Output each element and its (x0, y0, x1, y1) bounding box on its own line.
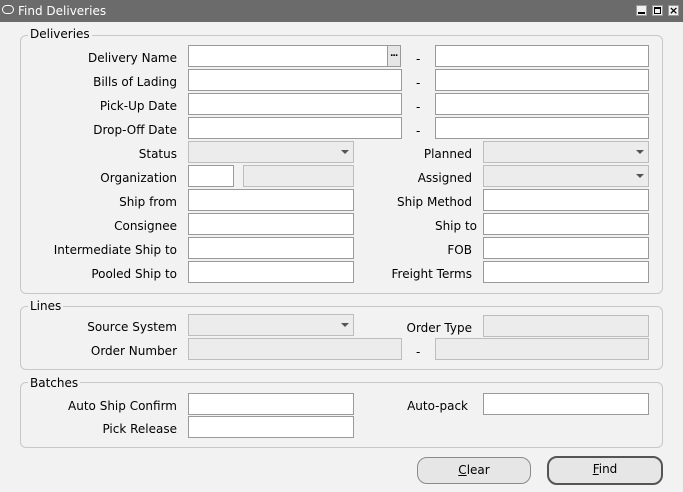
find-button[interactable]: Find (547, 456, 663, 485)
drop-off-date-range-dash: - (416, 124, 421, 138)
pick-release-label: Pick Release (102, 422, 177, 436)
minimize-button[interactable] (636, 5, 647, 16)
planned-select[interactable] (483, 141, 649, 163)
intermediate-ship-to-label: Intermediate Ship to (53, 243, 177, 257)
freight-terms-label: Freight Terms (391, 267, 473, 281)
order-type-input (483, 315, 649, 337)
assigned-label: Assigned (417, 171, 472, 185)
ship-from-input[interactable] (188, 189, 354, 211)
organization-label: Organization (100, 171, 177, 185)
bills-of-lading-to-input[interactable] (435, 69, 649, 91)
pick-up-date-to-input[interactable] (435, 93, 649, 115)
freight-terms-input[interactable] (483, 261, 649, 283)
delivery-name-range-dash: - (416, 52, 421, 66)
close-icon: × (669, 4, 679, 17)
bills-of-lading-label: Bills of Lading (93, 75, 177, 89)
delivery-name-label: Delivery Name (87, 51, 177, 65)
ship-method-label: Ship Method (397, 195, 472, 209)
intermediate-ship-to-input[interactable] (188, 237, 354, 259)
chevron-down-icon (341, 150, 349, 154)
auto-pack-label: Auto-pack (407, 399, 468, 413)
drop-off-date-to-input[interactable] (435, 117, 649, 139)
pooled-ship-to-label: Pooled Ship to (91, 267, 177, 281)
organization-name-field (243, 165, 354, 187)
organization-code-input[interactable] (188, 165, 234, 187)
consignee-label: Consignee (114, 219, 177, 233)
clear-button[interactable]: Clear (417, 457, 531, 484)
pick-release-input[interactable] (188, 416, 354, 438)
clear-mnemonic: C (458, 463, 467, 477)
order-number-from-input (188, 338, 402, 360)
delivery-name-to-input[interactable] (435, 45, 649, 67)
chevron-down-icon (636, 174, 644, 178)
ship-from-label: Ship from (119, 195, 177, 209)
deliveries-legend: Deliveries (28, 27, 92, 41)
source-system-label: Source System (87, 320, 177, 334)
status-select[interactable] (188, 141, 354, 163)
bills-of-lading-range-dash: - (416, 76, 421, 90)
batches-legend: Batches (28, 376, 81, 390)
fob-input[interactable] (483, 237, 649, 259)
auto-ship-confirm-input[interactable] (188, 393, 354, 415)
pick-up-date-from-input[interactable] (188, 93, 402, 115)
lines-legend: Lines (28, 299, 64, 313)
order-type-label: Order Type (406, 321, 472, 335)
auto-ship-confirm-label: Auto Ship Confirm (68, 399, 177, 413)
ship-to-input[interactable] (483, 213, 649, 235)
ellipsis-icon: ... (390, 49, 398, 59)
assigned-select[interactable] (483, 165, 649, 187)
delivery-name-lov-button[interactable]: ... (388, 45, 401, 67)
ship-method-input[interactable] (483, 189, 649, 211)
consignee-input[interactable] (188, 213, 354, 235)
pooled-ship-to-input[interactable] (188, 261, 354, 283)
minimize-icon (638, 12, 645, 14)
window-menu-icon[interactable] (2, 5, 14, 14)
batches-group (20, 382, 663, 448)
chevron-down-icon (636, 150, 644, 154)
find-label: ind (598, 462, 618, 476)
drop-off-date-label: Drop-Off Date (93, 123, 177, 137)
close-button[interactable]: × (668, 5, 679, 16)
clear-label: lear (466, 463, 490, 477)
pick-up-date-range-dash: - (416, 100, 421, 114)
ship-to-label: Ship to (434, 219, 477, 233)
order-number-to-input (435, 338, 649, 360)
planned-label: Planned (423, 147, 472, 161)
maximize-button[interactable] (652, 5, 663, 16)
auto-pack-input[interactable] (483, 393, 649, 415)
order-number-range-dash: - (416, 345, 421, 359)
drop-off-date-from-input[interactable] (188, 117, 402, 139)
title-bar: Find Deliveries × (0, 0, 683, 22)
status-label: Status (138, 147, 177, 161)
order-number-label: Order Number (90, 344, 177, 358)
fob-label: FOB (447, 243, 472, 257)
window-title: Find Deliveries (18, 4, 107, 18)
pick-up-date-label: Pick-Up Date (99, 99, 177, 113)
delivery-name-from-input[interactable] (188, 45, 388, 67)
source-system-select[interactable] (188, 314, 354, 336)
maximize-icon (654, 7, 661, 14)
bills-of-lading-from-input[interactable] (188, 69, 402, 91)
chevron-down-icon (341, 323, 349, 327)
